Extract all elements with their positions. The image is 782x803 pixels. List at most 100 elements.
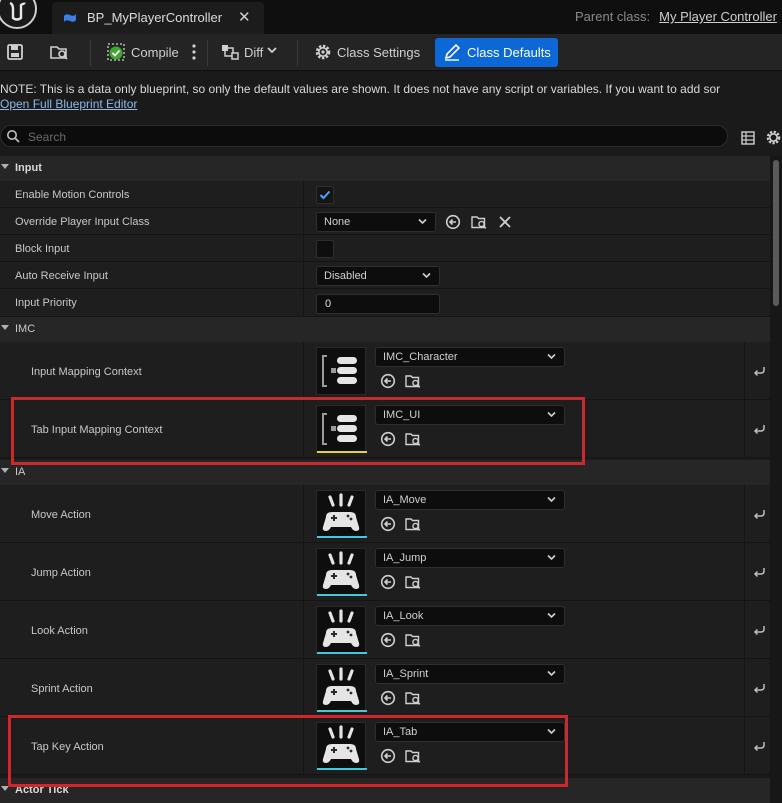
browse-asset-icon[interactable]	[405, 690, 421, 706]
browse-folder-icon[interactable]	[49, 42, 69, 62]
prop-ia-action: Jump Action IA_Jump	[0, 543, 770, 601]
reset-to-default-icon[interactable]	[752, 624, 766, 636]
unreal-logo-icon[interactable]	[0, 0, 38, 30]
class-settings-gear-icon[interactable]	[313, 42, 333, 62]
diff-dropdown-chevron-icon[interactable]	[266, 44, 278, 56]
use-selected-asset-icon[interactable]	[380, 516, 396, 532]
data-only-notice: NOTE: This is a data only blueprint, so …	[0, 71, 782, 116]
combo-value: IA_Sprint	[383, 668, 429, 680]
open-full-editor-link[interactable]: Open Full Blueprint Editor	[0, 97, 137, 111]
asset-thumbnail[interactable]	[316, 490, 367, 538]
input-mapping-context-icon	[322, 355, 357, 387]
toolbar-separator	[90, 40, 91, 66]
input-priority-field[interactable]: 0	[316, 294, 440, 314]
compile-options-icon[interactable]	[184, 42, 204, 62]
prop-override-player-input-class: Override Player Input Class None	[0, 208, 770, 235]
column-divider	[303, 342, 304, 399]
reset-to-default-icon[interactable]	[752, 423, 766, 435]
column-divider	[744, 342, 745, 399]
prop-label: Input Mapping Context	[31, 366, 142, 378]
combo-value: Disabled	[324, 270, 367, 282]
browse-asset-icon[interactable]	[405, 574, 421, 590]
asset-combo[interactable]: IA_Move	[375, 490, 565, 510]
asset-type-color-bar	[317, 652, 367, 654]
combo-value: IMC_Character	[383, 351, 458, 363]
input-action-icon	[322, 493, 360, 531]
details-scrollbar-thumb[interactable]	[773, 160, 779, 306]
tab-close-icon[interactable]: ✕	[238, 8, 251, 26]
asset-type-color-bar	[317, 594, 367, 596]
chevron-down-icon	[547, 670, 556, 677]
asset-type-color-bar	[317, 536, 367, 538]
asset-thumbnail[interactable]	[316, 664, 367, 712]
auto-receive-input-combo[interactable]: Disabled	[316, 266, 440, 286]
chevron-down-icon	[547, 612, 556, 619]
reset-to-default-icon[interactable]	[752, 682, 766, 694]
property-matrix-icon[interactable]	[741, 131, 755, 145]
category-input[interactable]: Input	[0, 156, 770, 181]
prop-label: Sprint Action	[31, 683, 93, 695]
column-divider	[303, 235, 304, 261]
asset-combo[interactable]: IA_Jump	[375, 548, 565, 568]
input-action-icon	[322, 667, 360, 705]
column-divider	[303, 181, 304, 207]
compile-status-icon[interactable]	[106, 42, 126, 62]
browse-asset-icon[interactable]	[405, 373, 421, 389]
column-divider	[744, 601, 745, 658]
asset-thumbnail[interactable]	[316, 347, 366, 395]
use-selected-asset-icon[interactable]	[380, 373, 396, 389]
prop-label: Look Action	[31, 625, 88, 637]
diff-button[interactable]: Diff	[244, 45, 263, 60]
asset-thumbnail[interactable]	[316, 548, 367, 596]
browse-asset-icon[interactable]	[405, 516, 421, 532]
chevron-down-icon	[547, 353, 556, 360]
chevron-down-icon	[547, 554, 556, 561]
reset-to-default-icon[interactable]	[752, 365, 766, 377]
view-options-gear-icon[interactable]	[765, 129, 782, 146]
toolbar-separator	[207, 40, 208, 66]
reset-to-default-icon[interactable]	[752, 740, 766, 752]
toolbar: Compile Diff Class Settings Class Defaul…	[0, 34, 782, 71]
column-divider	[744, 485, 745, 542]
prop-label: Input Priority	[15, 297, 77, 309]
details-panel: Input Enable Motion Controls Override Pl…	[0, 156, 770, 803]
category-imc[interactable]: IMC	[0, 317, 770, 342]
parent-class-label: Parent class:	[575, 9, 651, 24]
reset-to-default-icon[interactable]	[752, 566, 766, 578]
prop-auto-receive-input: Auto Receive Input Disabled	[0, 262, 770, 289]
blueprint-tab[interactable]: BP_MyPlayerController ✕	[52, 2, 264, 34]
use-selected-asset-icon[interactable]	[380, 690, 396, 706]
toolbar-separator	[297, 40, 298, 66]
prop-ia-action: Look Action IA_Look	[0, 601, 770, 659]
search-input[interactable]: Search	[0, 125, 728, 147]
combo-value: IA_Jump	[383, 552, 427, 564]
input-action-icon	[322, 551, 360, 589]
category-label: IA	[15, 466, 26, 478]
column-divider	[744, 400, 745, 457]
reset-to-default-icon[interactable]	[752, 508, 766, 520]
use-selected-asset-icon[interactable]	[445, 214, 461, 230]
column-divider	[303, 601, 304, 658]
enable-motion-controls-checkbox[interactable]	[316, 186, 334, 204]
class-defaults-button[interactable]: Class Defaults	[435, 38, 558, 67]
compile-button[interactable]: Compile	[131, 45, 179, 60]
override-input-class-combo[interactable]: None	[316, 212, 436, 232]
asset-combo[interactable]: IA_Sprint	[375, 664, 565, 684]
block-input-checkbox[interactable]	[316, 240, 334, 258]
checkmark-icon	[319, 190, 331, 200]
asset-thumbnail[interactable]	[316, 606, 367, 654]
parent-class-link[interactable]: My Player Controller	[659, 9, 777, 24]
use-selected-asset-icon[interactable]	[380, 632, 396, 648]
clear-icon[interactable]	[497, 214, 513, 230]
save-icon[interactable]	[5, 42, 25, 62]
asset-combo[interactable]: IMC_Character	[375, 347, 565, 367]
class-settings-button[interactable]: Class Settings	[337, 45, 420, 60]
diff-icon[interactable]	[220, 42, 240, 62]
browse-asset-icon[interactable]	[405, 632, 421, 648]
parent-class: Parent class: My Player Controller	[575, 9, 777, 24]
use-selected-asset-icon[interactable]	[380, 574, 396, 590]
asset-combo[interactable]: IA_Look	[375, 606, 565, 626]
browse-asset-icon[interactable]	[471, 214, 487, 230]
tab-title: BP_MyPlayerController	[87, 10, 223, 25]
prop-input-priority: Input Priority 0	[0, 289, 770, 317]
